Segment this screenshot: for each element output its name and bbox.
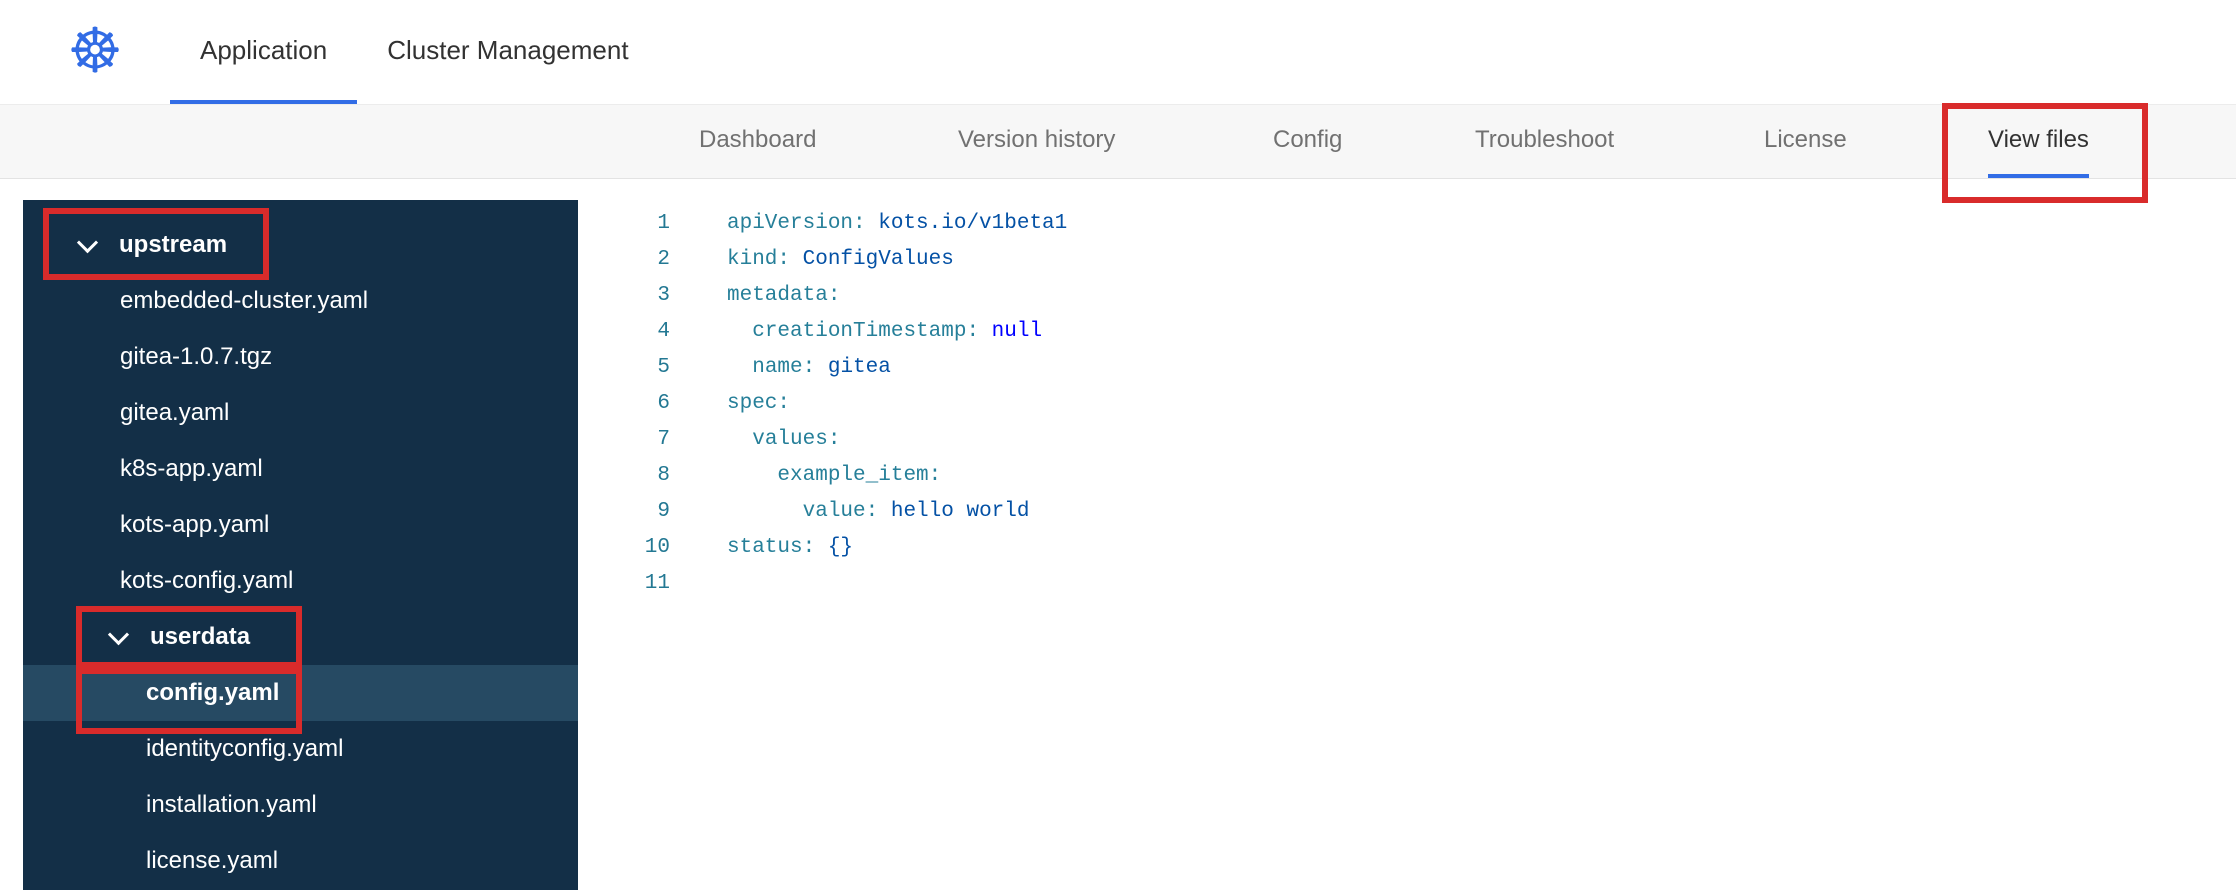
code-text: values: [752,428,841,451]
tree-item-installation-yaml[interactable]: installation.yaml [23,777,578,833]
tree-item-kots-config-yaml[interactable]: kots-config.yaml [23,553,578,609]
tree-item-identityconfig-yaml[interactable]: identityconfig.yaml [23,721,578,777]
header-tab-cluster-management[interactable]: Cluster Management [357,0,658,104]
header-tabs: Application Cluster Management [170,0,659,104]
top-header: ☸ Application Cluster Management [0,0,2236,105]
tree-item-label: gitea-1.0.7.tgz [120,343,273,370]
app-subnav: Dashboard Version history Config Troublesho… [0,105,2236,179]
tree-item-k8s-app-yaml[interactable]: k8s-app.yaml [23,441,578,497]
tree-item-label: license.yaml [146,847,279,874]
tree-item-label: userdata [150,623,251,650]
code-text: creationTimestamp: null [752,320,1043,343]
code-text: status: {} [727,536,854,559]
line-number: 7 [657,428,670,451]
tree-item-label: embedded-cluster.yaml [120,287,369,314]
code-text: kind: ConfigValues [727,248,954,271]
tree-item-kots-app-yaml[interactable]: kots-app.yaml [23,497,578,553]
header-tab-application[interactable]: Application [170,0,358,104]
chevron-down-icon [107,623,130,645]
tree-item-userdata[interactable]: userdata [23,609,578,665]
code-line: 6 spec: [578,386,2236,422]
code-text: value: hello world [802,500,1030,523]
subnav-tab-config[interactable]: Config [1273,105,1342,178]
tree-item-label: identityconfig.yaml [146,735,344,762]
code-line: 3 metadata: [578,278,2236,314]
tree-item-gitea-1-0-7-tgz[interactable]: gitea-1.0.7.tgz [23,329,578,385]
subnav-tab-troubleshoot[interactable]: Troubleshoot [1475,105,1614,178]
line-number: 9 [657,500,670,523]
line-number: 3 [657,284,670,307]
tree-item-config-yaml[interactable]: config.yaml [23,665,578,721]
subnav-tab-dashboard[interactable]: Dashboard [699,105,816,178]
content-area: upstream embedded-cluster.yaml gitea-1.0.7… [0,179,2236,890]
line-number: 6 [657,392,670,415]
code-text: metadata: [727,284,841,307]
subnav-tab-version-history[interactable]: Version history [958,105,1115,178]
code-editor[interactable]: 1 apiVersion: kots.io/v1beta1 2 kind: Confi… [578,179,2236,890]
code-line: 7 values: [578,422,2236,458]
tree-item-upstream[interactable]: upstream [23,217,578,273]
tree-item-label: installation.yaml [146,791,317,818]
code-line: 2 kind: ConfigValues [578,242,2236,278]
code-text: apiVersion: kots.io/v1beta1 [727,212,1068,235]
tree-item-gitea-yaml[interactable]: gitea.yaml [23,385,578,441]
tree-item-license-yaml[interactable]: license.yaml [23,833,578,889]
line-number: 10 [644,536,670,559]
line-number: 1 [657,212,670,235]
tree-item-embedded-cluster-yaml[interactable]: embedded-cluster.yaml [23,273,578,329]
code-line: 10 status: {} [578,530,2236,566]
tree-item-label: kots-app.yaml [120,511,270,538]
line-number: 5 [657,356,670,379]
code-line: 1 apiVersion: kots.io/v1beta1 [578,206,2236,242]
tree-item-label: upstream [119,231,228,258]
code-text: example_item: [777,464,942,487]
line-number: 11 [644,572,670,595]
line-number: 4 [657,320,670,343]
subnav-tab-license[interactable]: License [1764,105,1847,178]
code-line: 11 [578,566,2236,602]
chevron-down-icon [76,231,99,253]
tree-item-label: k8s-app.yaml [120,455,263,482]
code-line: 5 name: gitea [578,350,2236,386]
tree-item-label: gitea.yaml [120,399,230,426]
code-line: 4 creationTimestamp: null [578,314,2236,350]
code-lines: 1 apiVersion: kots.io/v1beta1 2 kind: Confi… [578,206,2236,602]
kubernetes-logo: ☸ [67,17,123,86]
code-text: spec: [727,392,791,415]
code-line: 9 value: hello world [578,494,2236,530]
code-line: 8 example_item: [578,458,2236,494]
line-number: 2 [657,248,670,271]
file-tree: upstream embedded-cluster.yaml gitea-1.0.7… [23,200,578,890]
code-text: name: gitea [752,356,891,379]
tree-item-label: config.yaml [146,679,280,706]
subnav-tab-view-files[interactable]: View files [1988,105,2089,178]
tree-item-label: kots-config.yaml [120,567,294,594]
line-number: 8 [657,464,670,487]
